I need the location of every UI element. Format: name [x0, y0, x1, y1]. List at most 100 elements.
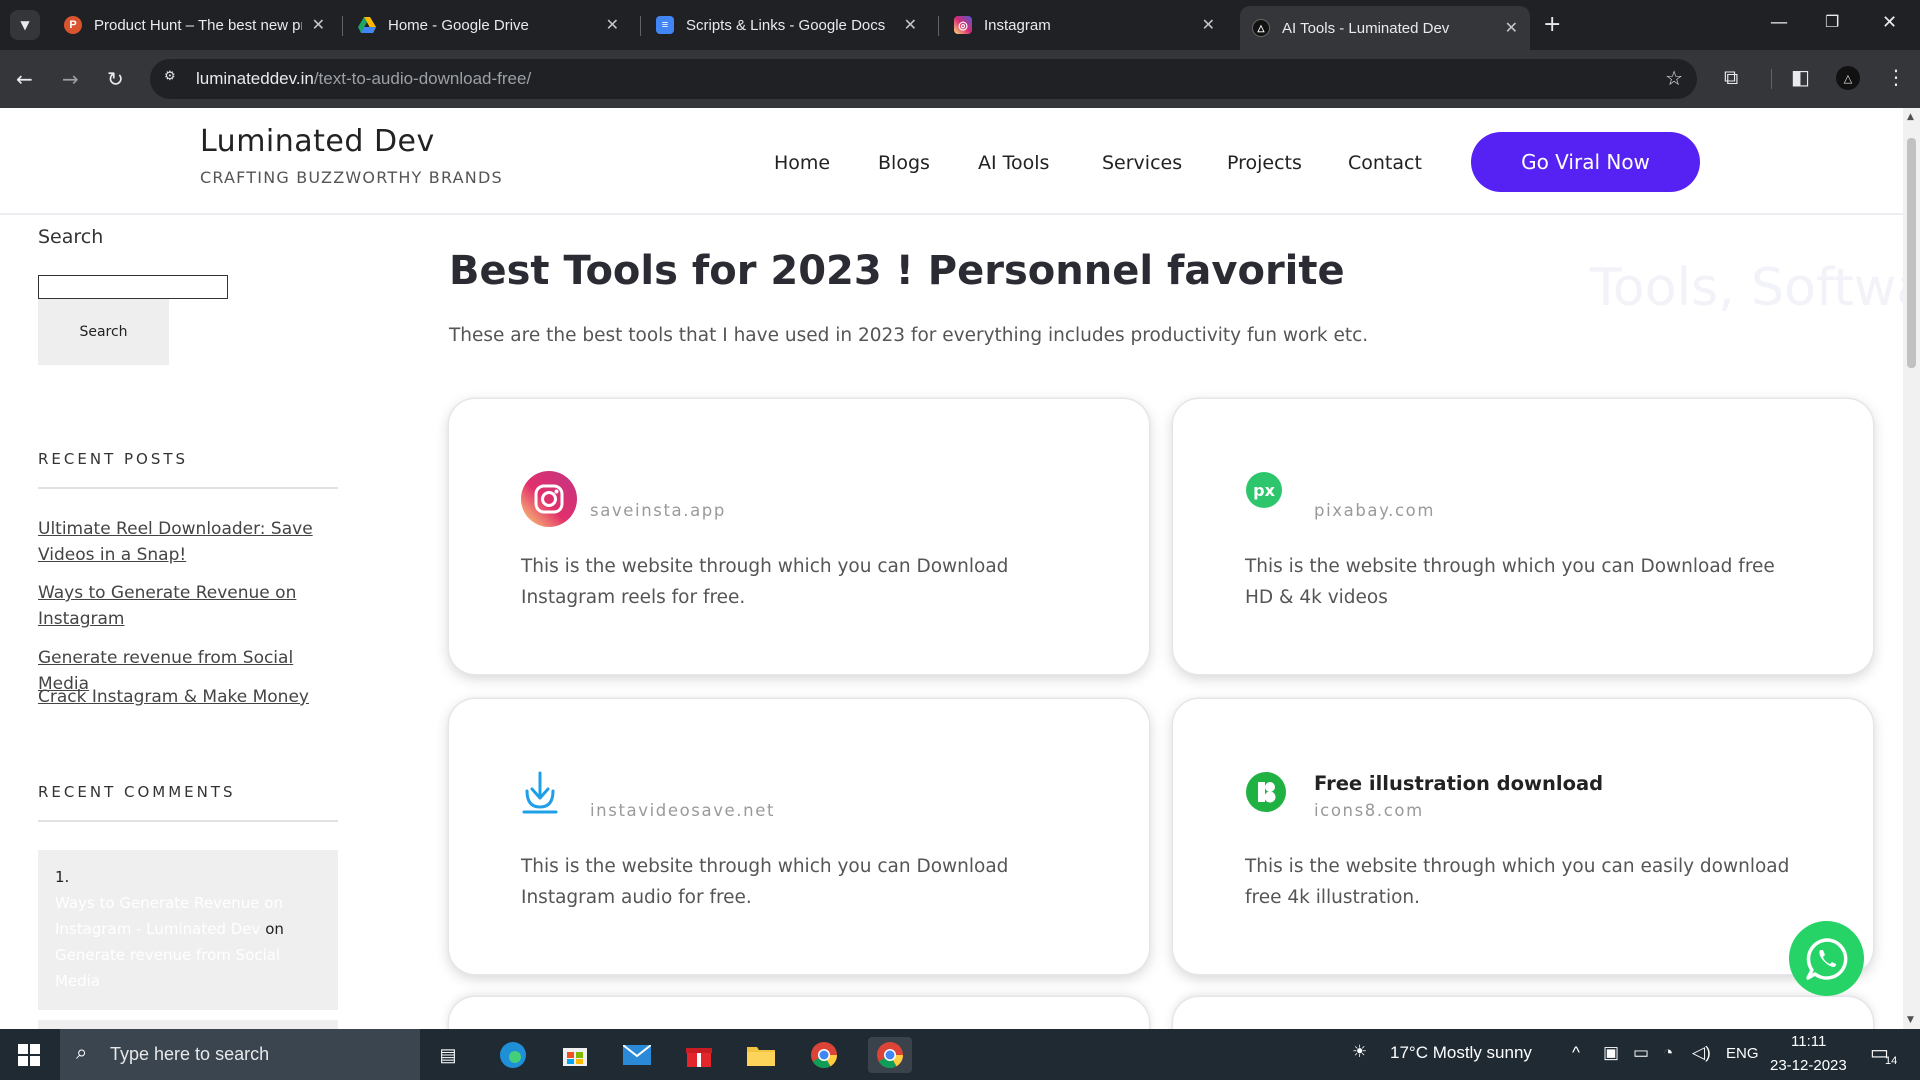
- tab-google-docs[interactable]: ≡ Scripts & Links - Google Docs ✕: [644, 8, 929, 42]
- instagram-icon: [521, 471, 577, 527]
- whatsapp-chat-button[interactable]: [1789, 921, 1864, 996]
- restore-icon[interactable]: ❐: [1825, 12, 1839, 31]
- comment-author-link[interactable]: Ways to Generate Revenue on Instagram - …: [55, 894, 283, 938]
- page-subtitle: These are the best tools that I have use…: [449, 325, 1369, 346]
- nav-home[interactable]: Home: [774, 152, 830, 174]
- scrollbar-thumb[interactable]: [1907, 138, 1916, 368]
- divider: [38, 820, 338, 822]
- close-icon[interactable]: ✕: [606, 15, 619, 35]
- recent-post-link[interactable]: Crack Instagram & Make Money: [38, 684, 338, 710]
- drive-icon: [358, 16, 376, 34]
- divider: [38, 487, 338, 489]
- close-icon[interactable]: ✕: [1505, 18, 1518, 38]
- browser-toolbar: ← → ↻ ⚙ luminateddev.in/text-to-audio-do…: [0, 50, 1920, 108]
- whatsapp-icon: [1805, 937, 1847, 980]
- gift-app-icon[interactable]: [681, 1037, 717, 1073]
- recent-post-link[interactable]: Ways to Generate Revenue on Instagram: [38, 580, 338, 632]
- tab-ai-tools-active[interactable]: △ AI Tools - Luminated Dev ✕: [1240, 6, 1530, 50]
- task-view-icon[interactable]: ▤: [430, 1037, 466, 1073]
- tab-product-hunt[interactable]: P Product Hunt – The best new products ✕: [52, 8, 337, 42]
- taskbar-search-box[interactable]: ⌕ Type here to search: [60, 1029, 420, 1080]
- meet-now-icon[interactable]: ▣: [1603, 1043, 1619, 1063]
- pixabay-icon: px: [1245, 471, 1285, 511]
- nav-blogs[interactable]: Blogs: [878, 152, 930, 174]
- taskbar-search-placeholder: Type here to search: [110, 1044, 270, 1064]
- recent-post-link[interactable]: Ultimate Reel Downloader: Save Videos in…: [38, 516, 338, 568]
- tool-domain: pixabay.com: [1314, 501, 1436, 520]
- tool-description: This is the website through which you ca…: [521, 856, 1009, 908]
- nav-projects[interactable]: Projects: [1227, 152, 1302, 174]
- new-tab-button[interactable]: +: [1543, 12, 1561, 37]
- product-hunt-icon: P: [64, 16, 82, 34]
- close-window-icon[interactable]: ✕: [1882, 12, 1897, 33]
- comment-post-link[interactable]: Generate revenue from Social Media: [55, 946, 280, 990]
- download-icon: [521, 771, 561, 817]
- minimize-icon[interactable]: —: [1770, 12, 1788, 33]
- menu-kebab-icon[interactable]: ⋮: [1886, 65, 1906, 89]
- windows-start-icon[interactable]: [18, 1044, 40, 1071]
- side-panel-icon[interactable]: ◧: [1791, 65, 1810, 89]
- comment-item: 1. Ways to Generate Revenue on Instagram…: [38, 850, 338, 1010]
- search-icon: ⌕: [76, 1042, 88, 1064]
- close-icon[interactable]: ✕: [312, 15, 325, 35]
- weather-icon[interactable]: ☀: [1352, 1042, 1367, 1062]
- close-icon[interactable]: ✕: [1202, 15, 1215, 35]
- tab-search-button[interactable]: ▼: [10, 10, 40, 40]
- close-icon[interactable]: ✕: [904, 15, 917, 35]
- comment-on-text: on: [265, 920, 284, 938]
- microsoft-store-icon[interactable]: [557, 1037, 593, 1073]
- browser-tab-bar: ▼ P Product Hunt – The best new products…: [0, 0, 1920, 50]
- search-input[interactable]: [38, 275, 228, 299]
- site-info-icon[interactable]: ⚙: [164, 69, 182, 87]
- tool-card-saveinsta[interactable]: saveinsta.app This is the website throug…: [449, 399, 1149, 674]
- tab-title: Home - Google Drive: [388, 16, 529, 34]
- docs-icon: ≡: [656, 16, 674, 34]
- comment-number: 1.: [55, 868, 70, 886]
- svg-text:px: px: [1253, 481, 1275, 500]
- battery-icon[interactable]: ▭: [1633, 1043, 1649, 1063]
- brand-title[interactable]: Luminated Dev: [200, 124, 435, 159]
- go-viral-button[interactable]: Go Viral Now: [1471, 132, 1700, 192]
- tool-description: This is the website through which you ca…: [1245, 556, 1775, 608]
- back-icon[interactable]: ←: [16, 67, 33, 91]
- tab-google-drive[interactable]: Home - Google Drive ✕: [346, 8, 631, 42]
- tab-title: Product Hunt – The best new products: [94, 16, 302, 34]
- tool-card-icons8[interactable]: Free illustration download icons8.com Th…: [1173, 699, 1873, 974]
- chrome-profile-icon[interactable]: [868, 1037, 912, 1073]
- tool-card-pixabay[interactable]: px pixabay.com This is the website throu…: [1173, 399, 1873, 674]
- luminated-icon: △: [1252, 19, 1270, 37]
- nav-services[interactable]: Services: [1102, 152, 1182, 174]
- profile-avatar[interactable]: △: [1836, 66, 1860, 90]
- page-scrollbar[interactable]: ▲ ▼: [1903, 108, 1920, 1029]
- reload-icon[interactable]: ↻: [107, 67, 124, 91]
- chrome-icon[interactable]: [806, 1037, 842, 1073]
- wifi-icon[interactable]: ◔: [1663, 1043, 1673, 1063]
- scroll-down-icon: ▼: [1907, 1015, 1914, 1025]
- weather-text[interactable]: 17°C Mostly sunny: [1390, 1043, 1532, 1063]
- recent-comments-heading: RECENT COMMENTS: [38, 783, 236, 801]
- extensions-icon[interactable]: ⧉: [1724, 65, 1738, 89]
- nav-ai-tools[interactable]: AI Tools: [978, 152, 1049, 174]
- clock-time[interactable]: 11:11: [1791, 1033, 1826, 1050]
- tab-instagram[interactable]: ◎ Instagram ✕: [942, 8, 1227, 42]
- mail-icon[interactable]: [619, 1037, 655, 1073]
- forward-icon[interactable]: →: [62, 67, 79, 91]
- tab-title: Instagram: [984, 16, 1051, 34]
- tool-card-instavideosave[interactable]: instavideosave.net This is the website t…: [449, 699, 1149, 974]
- icons8-icon: [1245, 771, 1287, 813]
- nav-contact[interactable]: Contact: [1348, 152, 1422, 174]
- edge-icon[interactable]: [495, 1037, 531, 1073]
- show-hidden-icons[interactable]: ^: [1572, 1043, 1580, 1063]
- search-button[interactable]: Search: [38, 299, 169, 365]
- site-header: Luminated Dev CRAFTING BUZZWORTHY BRANDS…: [0, 108, 1903, 215]
- language-indicator[interactable]: ENG: [1726, 1045, 1759, 1062]
- clock-date[interactable]: 23-12-2023: [1770, 1057, 1847, 1074]
- url-text[interactable]: luminateddev.in/text-to-audio-download-f…: [196, 69, 531, 89]
- volume-icon[interactable]: ◁): [1692, 1043, 1711, 1063]
- file-explorer-icon[interactable]: [743, 1037, 779, 1073]
- address-bar[interactable]: ⚙ luminateddev.in/text-to-audio-download…: [150, 59, 1697, 99]
- recent-posts-heading: RECENT POSTS: [38, 450, 189, 468]
- bookmark-star-icon[interactable]: ☆: [1665, 66, 1683, 90]
- tool-domain: icons8.com: [1314, 801, 1424, 820]
- tool-description: This is the website through which you ca…: [521, 556, 1009, 608]
